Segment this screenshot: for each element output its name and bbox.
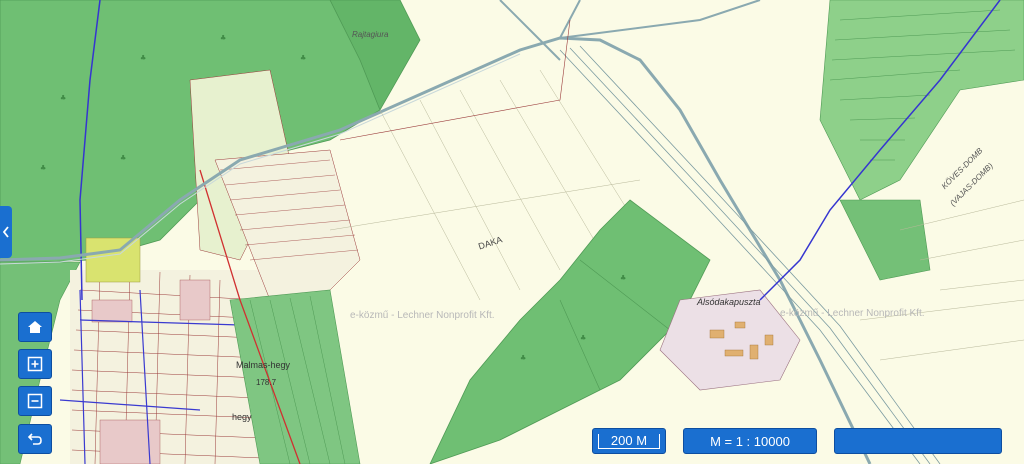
svg-text:♣: ♣ — [620, 274, 626, 282]
zoom-in-button[interactable] — [18, 349, 52, 379]
zoom-out-button[interactable] — [18, 386, 52, 416]
home-icon — [28, 321, 42, 333]
back-arrow-icon — [27, 433, 42, 445]
zoom-in-icon — [27, 356, 43, 372]
svg-text:♣: ♣ — [60, 94, 66, 102]
scale-ratio-label: M = 1 : 10000 — [710, 433, 790, 449]
place-label-also: Alsódakapuszta — [697, 297, 761, 307]
scale-ratio-button[interactable]: M = 1 : 10000 — [683, 428, 817, 454]
svg-text:♣: ♣ — [520, 354, 526, 362]
scalebar-label: 200 M — [597, 433, 661, 449]
home-button[interactable] — [18, 312, 52, 342]
svg-text:♣: ♣ — [140, 54, 146, 62]
place-label-bottom: hegy — [232, 412, 252, 422]
collapse-panel-button[interactable] — [0, 206, 12, 258]
cadastral-map[interactable]: ♣ ♣ ♣ ♣ ♣ ♣ ♣ ♣ ♣ — [0, 0, 1024, 464]
chevron-left-icon — [2, 226, 9, 238]
watermark-right: e-közmű - Lechner Nonprofit Kft. — [780, 308, 925, 319]
svg-text:♣: ♣ — [300, 54, 306, 62]
info-bar-button[interactable] — [834, 428, 1002, 454]
place-label-top: Rajtagiura — [352, 30, 389, 39]
watermark-left: e-közmű - Lechner Nonprofit Kft. — [350, 310, 495, 321]
svg-text:♣: ♣ — [580, 334, 586, 342]
back-button[interactable] — [18, 424, 52, 454]
svg-text:♣: ♣ — [120, 154, 126, 162]
scalebar: 200 M — [592, 428, 666, 454]
svg-text:♣: ♣ — [40, 164, 46, 172]
svg-text:♣: ♣ — [220, 34, 226, 42]
zoom-out-icon — [27, 393, 43, 409]
elevation-label: 178.7 — [256, 378, 277, 387]
place-label-malmas: Malmas-hegy — [236, 360, 291, 370]
